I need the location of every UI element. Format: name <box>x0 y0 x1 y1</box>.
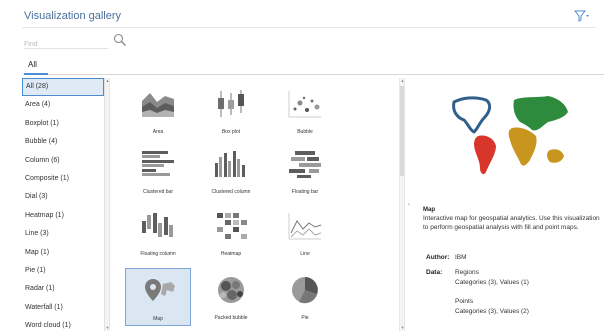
author-label: Author: <box>426 254 450 261</box>
category-list: All (28) Area (4) Boxplot (1) Bubble (4)… <box>22 78 105 331</box>
visualization-gallery: Area Box plot Bubble Clustered bar Clust… <box>112 78 399 331</box>
tile-label: Heatmap <box>220 251 242 257</box>
header-divider <box>22 27 596 28</box>
category-item-word-cloud[interactable]: Word cloud (1) <box>22 317 104 331</box>
regions-title: Regions <box>455 269 479 276</box>
box-plot-icon <box>218 90 244 117</box>
gallery-tile-pie[interactable]: Pie <box>272 268 338 326</box>
category-item-pie[interactable]: Pie (1) <box>22 262 104 280</box>
visualization-name: Map <box>423 207 435 213</box>
scrollbar-thumb[interactable] <box>400 86 404 176</box>
area-chart-icon <box>142 93 174 117</box>
points-detail: Categories (3), Values (2) <box>455 308 529 315</box>
search-input[interactable] <box>24 37 108 52</box>
detail-panel: Map Interactive map for geospatial analy… <box>414 78 604 331</box>
gallery-tile-line[interactable]: Line <box>272 204 338 262</box>
map-icon <box>145 279 175 301</box>
gallery-tile-floating-bar[interactable]: Floating bar <box>272 142 338 200</box>
clustered-bar-icon <box>142 151 174 176</box>
gallery-tile-clustered-column[interactable]: Clustered column <box>198 142 264 200</box>
category-item-waterfall[interactable]: Waterfall (1) <box>22 299 104 317</box>
bubble-chart-icon <box>288 91 321 118</box>
author-value: IBM <box>455 254 467 261</box>
tile-label: Clustered column <box>211 189 251 195</box>
packed-bubble-icon <box>218 277 244 303</box>
search-icon[interactable] <box>113 33 127 47</box>
tile-label: Pie <box>301 315 309 321</box>
gallery-tile-box-plot[interactable]: Box plot <box>198 82 264 140</box>
gallery-tile-bubble[interactable]: Bubble <box>272 82 338 140</box>
tile-label: Clustered bar <box>142 189 173 195</box>
tabs-divider <box>24 74 604 75</box>
clustered-column-icon <box>215 151 245 177</box>
gallery-tile-map[interactable]: Map <box>125 268 191 326</box>
floating-column-icon <box>142 213 173 237</box>
category-item-line[interactable]: Line (3) <box>22 225 104 243</box>
tile-label: Floating column <box>140 251 176 257</box>
gallery-tile-heatmap[interactable]: Heatmap <box>198 204 264 262</box>
scroll-up-arrow-icon[interactable]: ▲ <box>105 78 110 84</box>
category-item-radar[interactable]: Radar (1) <box>22 280 104 298</box>
search-underline <box>24 48 108 49</box>
gallery-tile-floating-column[interactable]: Floating column <box>125 204 191 262</box>
tile-label: Box plot <box>221 129 241 135</box>
regions-detail: Categories (3), Values (1) <box>455 279 529 286</box>
heatmap-icon <box>217 213 247 239</box>
gallery-tile-packed-bubble[interactable]: Packed bubble <box>198 268 264 326</box>
scroll-down-arrow-icon[interactable]: ▼ <box>105 325 110 331</box>
search-box <box>24 33 127 52</box>
category-item-map[interactable]: Map (1) <box>22 244 104 262</box>
points-title: Points <box>455 298 474 305</box>
world-map-icon <box>452 96 568 175</box>
floating-bar-icon <box>289 151 321 178</box>
scroll-up-arrow-icon[interactable]: ▲ <box>400 78 405 84</box>
category-item-dial[interactable]: Dial (3) <box>22 188 104 206</box>
category-item-all[interactable]: All (28) <box>22 78 104 97</box>
tile-label: Floating bar <box>291 189 319 195</box>
gallery-tile-area[interactable]: Area <box>125 82 191 140</box>
category-scrollbar[interactable]: ▲ ▼ <box>105 78 110 331</box>
category-item-heatmap[interactable]: Heatmap (1) <box>22 207 104 225</box>
filter-icon[interactable] <box>573 9 590 22</box>
tile-label: Line <box>300 251 310 257</box>
scroll-down-arrow-icon[interactable]: ▼ <box>400 325 405 331</box>
tile-label: Area <box>152 129 164 135</box>
line-chart-icon <box>288 213 322 240</box>
category-item-composite[interactable]: Composite (1) <box>22 170 104 188</box>
category-item-bubble[interactable]: Bubble (4) <box>22 133 104 151</box>
tile-label: Packed bubble <box>214 315 248 321</box>
category-item-boxplot[interactable]: Boxplot (1) <box>22 115 104 133</box>
category-item-area[interactable]: Area (4) <box>22 96 104 114</box>
gallery-tile-clustered-bar[interactable]: Clustered bar <box>125 142 191 200</box>
data-label: Data: <box>426 269 443 276</box>
visualization-description: Interactive map for geospatial analytics… <box>423 215 600 231</box>
category-item-column[interactable]: Column (6) <box>22 152 104 170</box>
tile-label: Bubble <box>297 129 313 135</box>
page-title: Visualization gallery <box>24 10 122 22</box>
panel-splitter-icon[interactable]: ‹ <box>408 202 410 208</box>
tab-active-indicator <box>24 73 48 75</box>
tile-label: Map <box>153 316 163 322</box>
pie-chart-icon <box>292 277 318 304</box>
tab-all[interactable]: All <box>28 60 37 69</box>
gallery-scrollbar[interactable]: ▲ ▼ <box>399 78 405 331</box>
